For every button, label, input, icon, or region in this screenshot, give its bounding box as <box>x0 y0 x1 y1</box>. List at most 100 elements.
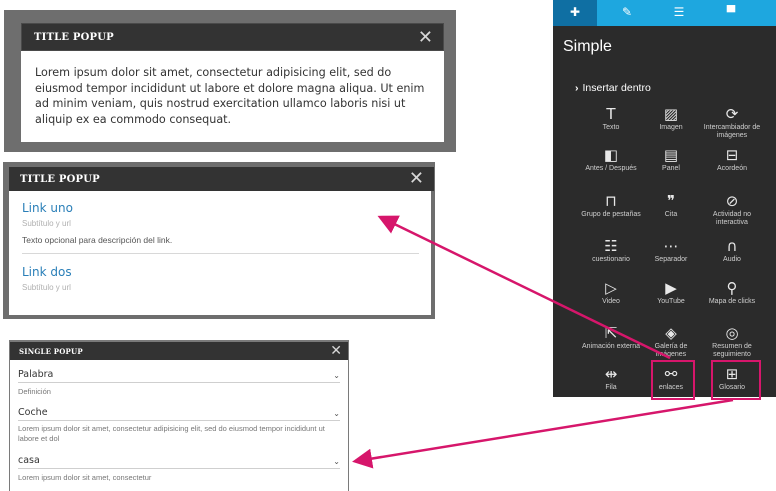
chevron-right-icon: › <box>575 82 579 94</box>
chevron-down-icon[interactable]: ⌄ <box>333 409 340 418</box>
popup-title: TITLE POPUP <box>34 32 114 43</box>
tool-label: Fila <box>605 384 617 391</box>
list-icon[interactable]: ☰ <box>657 0 701 26</box>
tool-external-animation[interactable]: ⇱ Animación externa <box>581 323 641 351</box>
tabs-icon: ⊓ <box>605 192 617 210</box>
text-icon: T <box>606 105 616 123</box>
popup-title: TITLE POPUP <box>20 174 100 185</box>
link-description: Texto opcional para descripción del link… <box>22 235 173 245</box>
tool-separator[interactable]: ⋯ Separador <box>641 236 701 264</box>
text-popup-preview: TITLE POPUP ✕ Lorem ipsum dolor sit amet… <box>4 10 456 152</box>
tool-label: Separador <box>654 256 688 263</box>
links-highlight <box>651 360 695 400</box>
term-underline <box>18 420 340 421</box>
tool-label: Actividad no interactiva <box>712 211 752 226</box>
tool-label: Mapa de clicks <box>708 298 756 305</box>
popup-body: Palabra ⌄ Definición Coche ⌄ Lorem ipsum… <box>10 360 348 491</box>
close-icon[interactable]: ✕ <box>330 341 342 361</box>
popup-header: TITLE POPUP ✕ <box>9 167 434 191</box>
chevron-down-icon[interactable]: ⌄ <box>333 457 340 466</box>
swap-icon: ⟳ <box>725 105 739 123</box>
popup-body: Lorem ipsum dolor sit amet, consectetur … <box>21 51 444 142</box>
glossary-term[interactable]: Coche <box>18 407 48 418</box>
video-icon: ▷ <box>605 279 617 297</box>
chevron-down-icon[interactable]: ⌄ <box>333 371 340 380</box>
plus-icon[interactable]: ✚ <box>553 0 597 26</box>
tool-youtube[interactable]: ▶ YouTube <box>641 278 701 306</box>
tracking-icon: ◎ <box>725 324 739 342</box>
tool-video[interactable]: ▷ Video <box>581 278 641 306</box>
glossary-definition: Lorem ipsum dolor sit amet, consectetur <box>18 473 152 482</box>
tool-label: Panel <box>662 165 680 172</box>
row-icon: ⇹ <box>604 365 618 383</box>
tool-label: Galería de imágenes <box>654 343 688 358</box>
link-title[interactable]: Link dos <box>22 265 72 279</box>
tool-label: Antes / Después <box>585 165 637 172</box>
arrow-to-glossary-popup <box>352 398 734 469</box>
map-pin-icon: ⚲ <box>726 279 738 297</box>
pencil-icon[interactable]: ✎ <box>605 0 649 26</box>
popup-header: SINGLE POPUP ✕ <box>10 342 348 360</box>
tool-tab-group[interactable]: ⊓ Grupo de pestañas <box>581 191 641 219</box>
tool-label: cuestionario <box>592 256 630 263</box>
tool-label: Texto <box>602 124 620 131</box>
tool-label: YouTube <box>657 298 685 305</box>
glossary-highlight <box>711 360 761 400</box>
tool-label: Animación externa <box>582 343 640 350</box>
tool-accordion[interactable]: ⊟ Acordeón <box>702 145 762 173</box>
insert-section-toggle[interactable]: › Insertar dentro <box>575 82 651 94</box>
tool-label: Intercambiador de imágenes <box>703 124 761 139</box>
tool-image[interactable]: ▨ Imagen <box>641 104 701 132</box>
tool-before-after[interactable]: ◧ Antes / Después <box>581 145 641 173</box>
popup-body: Link uno Subtítulo y url Texto opcional … <box>9 191 431 315</box>
quiz-icon: ☷ <box>604 237 618 255</box>
tool-label: Acordeón <box>717 165 747 172</box>
youtube-icon: ▶ <box>665 279 677 297</box>
popup-text: Lorem ipsum dolor sit amet, consectetur … <box>35 66 425 126</box>
links-popup-preview: TITLE POPUP ✕ Link uno Subtítulo y url T… <box>3 162 435 319</box>
before-after-icon: ◧ <box>603 146 619 164</box>
tool-text[interactable]: T Texto <box>581 104 641 132</box>
tool-non-interactive[interactable]: ⊘ Actividad no interactiva <box>702 191 762 227</box>
tool-label: Imagen <box>659 124 683 131</box>
link-subtitle: Subtítulo y url <box>22 283 71 292</box>
close-icon[interactable]: ✕ <box>418 26 433 50</box>
panel-title: Simple <box>563 38 612 55</box>
tool-audio[interactable]: ∩ Audio <box>702 236 762 264</box>
tool-tracking-summary[interactable]: ◎ Resumen de seguimiento <box>702 323 762 359</box>
tool-label: Resumen de seguimiento <box>712 343 752 358</box>
panel-icon: ▤ <box>663 146 679 164</box>
tool-label: Video <box>602 298 620 305</box>
insert-label: Insertar dentro <box>582 82 651 94</box>
glossary-definition: Lorem ipsum dolor sit amet, consectetur … <box>18 424 325 443</box>
term-underline <box>18 382 340 383</box>
comment-icon[interactable]: ▀ <box>709 0 753 26</box>
term-underline <box>18 468 340 469</box>
tool-image-gallery[interactable]: ◈ Galería de imágenes <box>641 323 701 359</box>
tool-row[interactable]: ⇹ Fila <box>581 364 641 392</box>
link-subtitle: Subtítulo y url <box>22 219 71 228</box>
glossary-popup-preview: SINGLE POPUP ✕ Palabra ⌄ Definición Coch… <box>9 340 349 491</box>
close-icon[interactable]: ✕ <box>409 167 424 191</box>
no-activity-icon: ⊘ <box>725 192 739 210</box>
glossary-term[interactable]: Palabra <box>18 369 53 380</box>
external-animation-icon: ⇱ <box>604 324 618 342</box>
tool-image-swapper[interactable]: ⟳ Intercambiador de imágenes <box>702 104 762 140</box>
quote-icon: ❞ <box>666 192 676 210</box>
insert-panel: ✚ ✎ ☰ ▀ Simple › Insertar dentro T Texto ▨… <box>553 0 776 400</box>
link-title[interactable]: Link uno <box>22 201 73 215</box>
link-divider <box>22 253 419 254</box>
tool-quiz[interactable]: ☷ cuestionario <box>581 236 641 264</box>
tool-label: Cita <box>664 211 678 218</box>
headphones-icon: ∩ <box>726 237 738 255</box>
tool-label: Audio <box>723 256 741 263</box>
accordion-icon: ⊟ <box>725 146 739 164</box>
glossary-term[interactable]: casa <box>18 455 40 466</box>
popup-header: TITLE POPUP ✕ <box>21 23 444 51</box>
tool-click-map[interactable]: ⚲ Mapa de clicks <box>702 278 762 306</box>
separator-icon: ⋯ <box>663 237 679 255</box>
popup-title: SINGLE POPUP <box>19 347 83 356</box>
gallery-icon: ◈ <box>665 324 677 342</box>
tool-panel[interactable]: ▤ Panel <box>641 145 701 173</box>
tool-quote[interactable]: ❞ Cita <box>641 191 701 219</box>
